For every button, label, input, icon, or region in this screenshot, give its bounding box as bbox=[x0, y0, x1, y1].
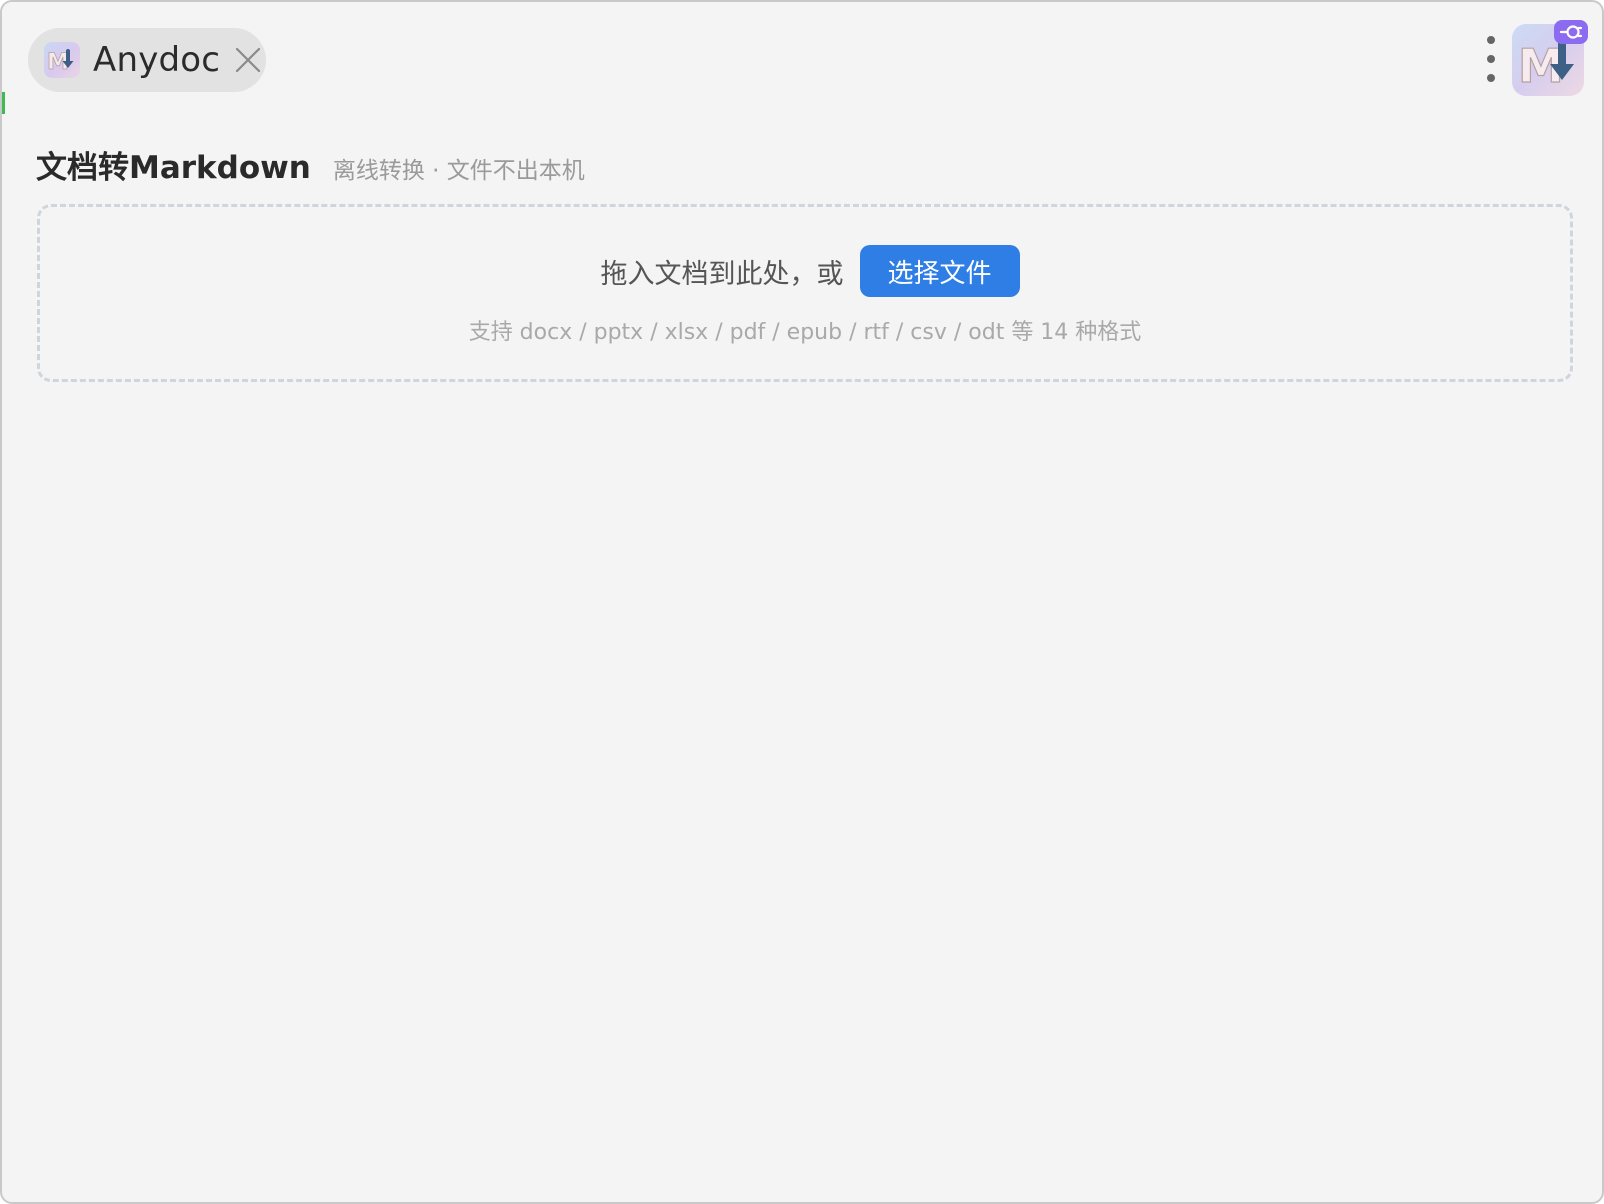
page-title: 文档转Markdown bbox=[36, 150, 311, 186]
file-drop-zone[interactable]: 拖入文档到此处，或 选择文件 支持 docx / pptx / xlsx / p… bbox=[37, 204, 1573, 382]
tab-title: Anydoc bbox=[93, 40, 221, 80]
app-window: M Anydoc M 文档转Markdown 离线转换 · 文件不出本机 拖入文… bbox=[0, 0, 1604, 1204]
drop-prompt-row: 拖入文档到此处，或 选择文件 bbox=[40, 245, 1570, 297]
page-header: 文档转Markdown 离线转换 · 文件不出本机 bbox=[36, 142, 585, 187]
supported-formats-hint: 支持 docx / pptx / xlsx / pdf / epub / rtf… bbox=[468, 320, 1142, 345]
page-subtitle: 离线转换 · 文件不出本机 bbox=[332, 158, 585, 184]
app-tab[interactable]: M Anydoc bbox=[28, 28, 266, 92]
window-edge-indicator bbox=[2, 92, 5, 114]
plugin-icon bbox=[1554, 20, 1588, 44]
more-vertical-icon[interactable] bbox=[1484, 36, 1498, 82]
select-file-button[interactable]: 选择文件 bbox=[859, 245, 1020, 297]
drop-prompt-text: 拖入文档到此处，或 bbox=[600, 258, 844, 290]
markdown-download-icon: M bbox=[44, 42, 80, 78]
close-icon[interactable] bbox=[234, 46, 262, 74]
